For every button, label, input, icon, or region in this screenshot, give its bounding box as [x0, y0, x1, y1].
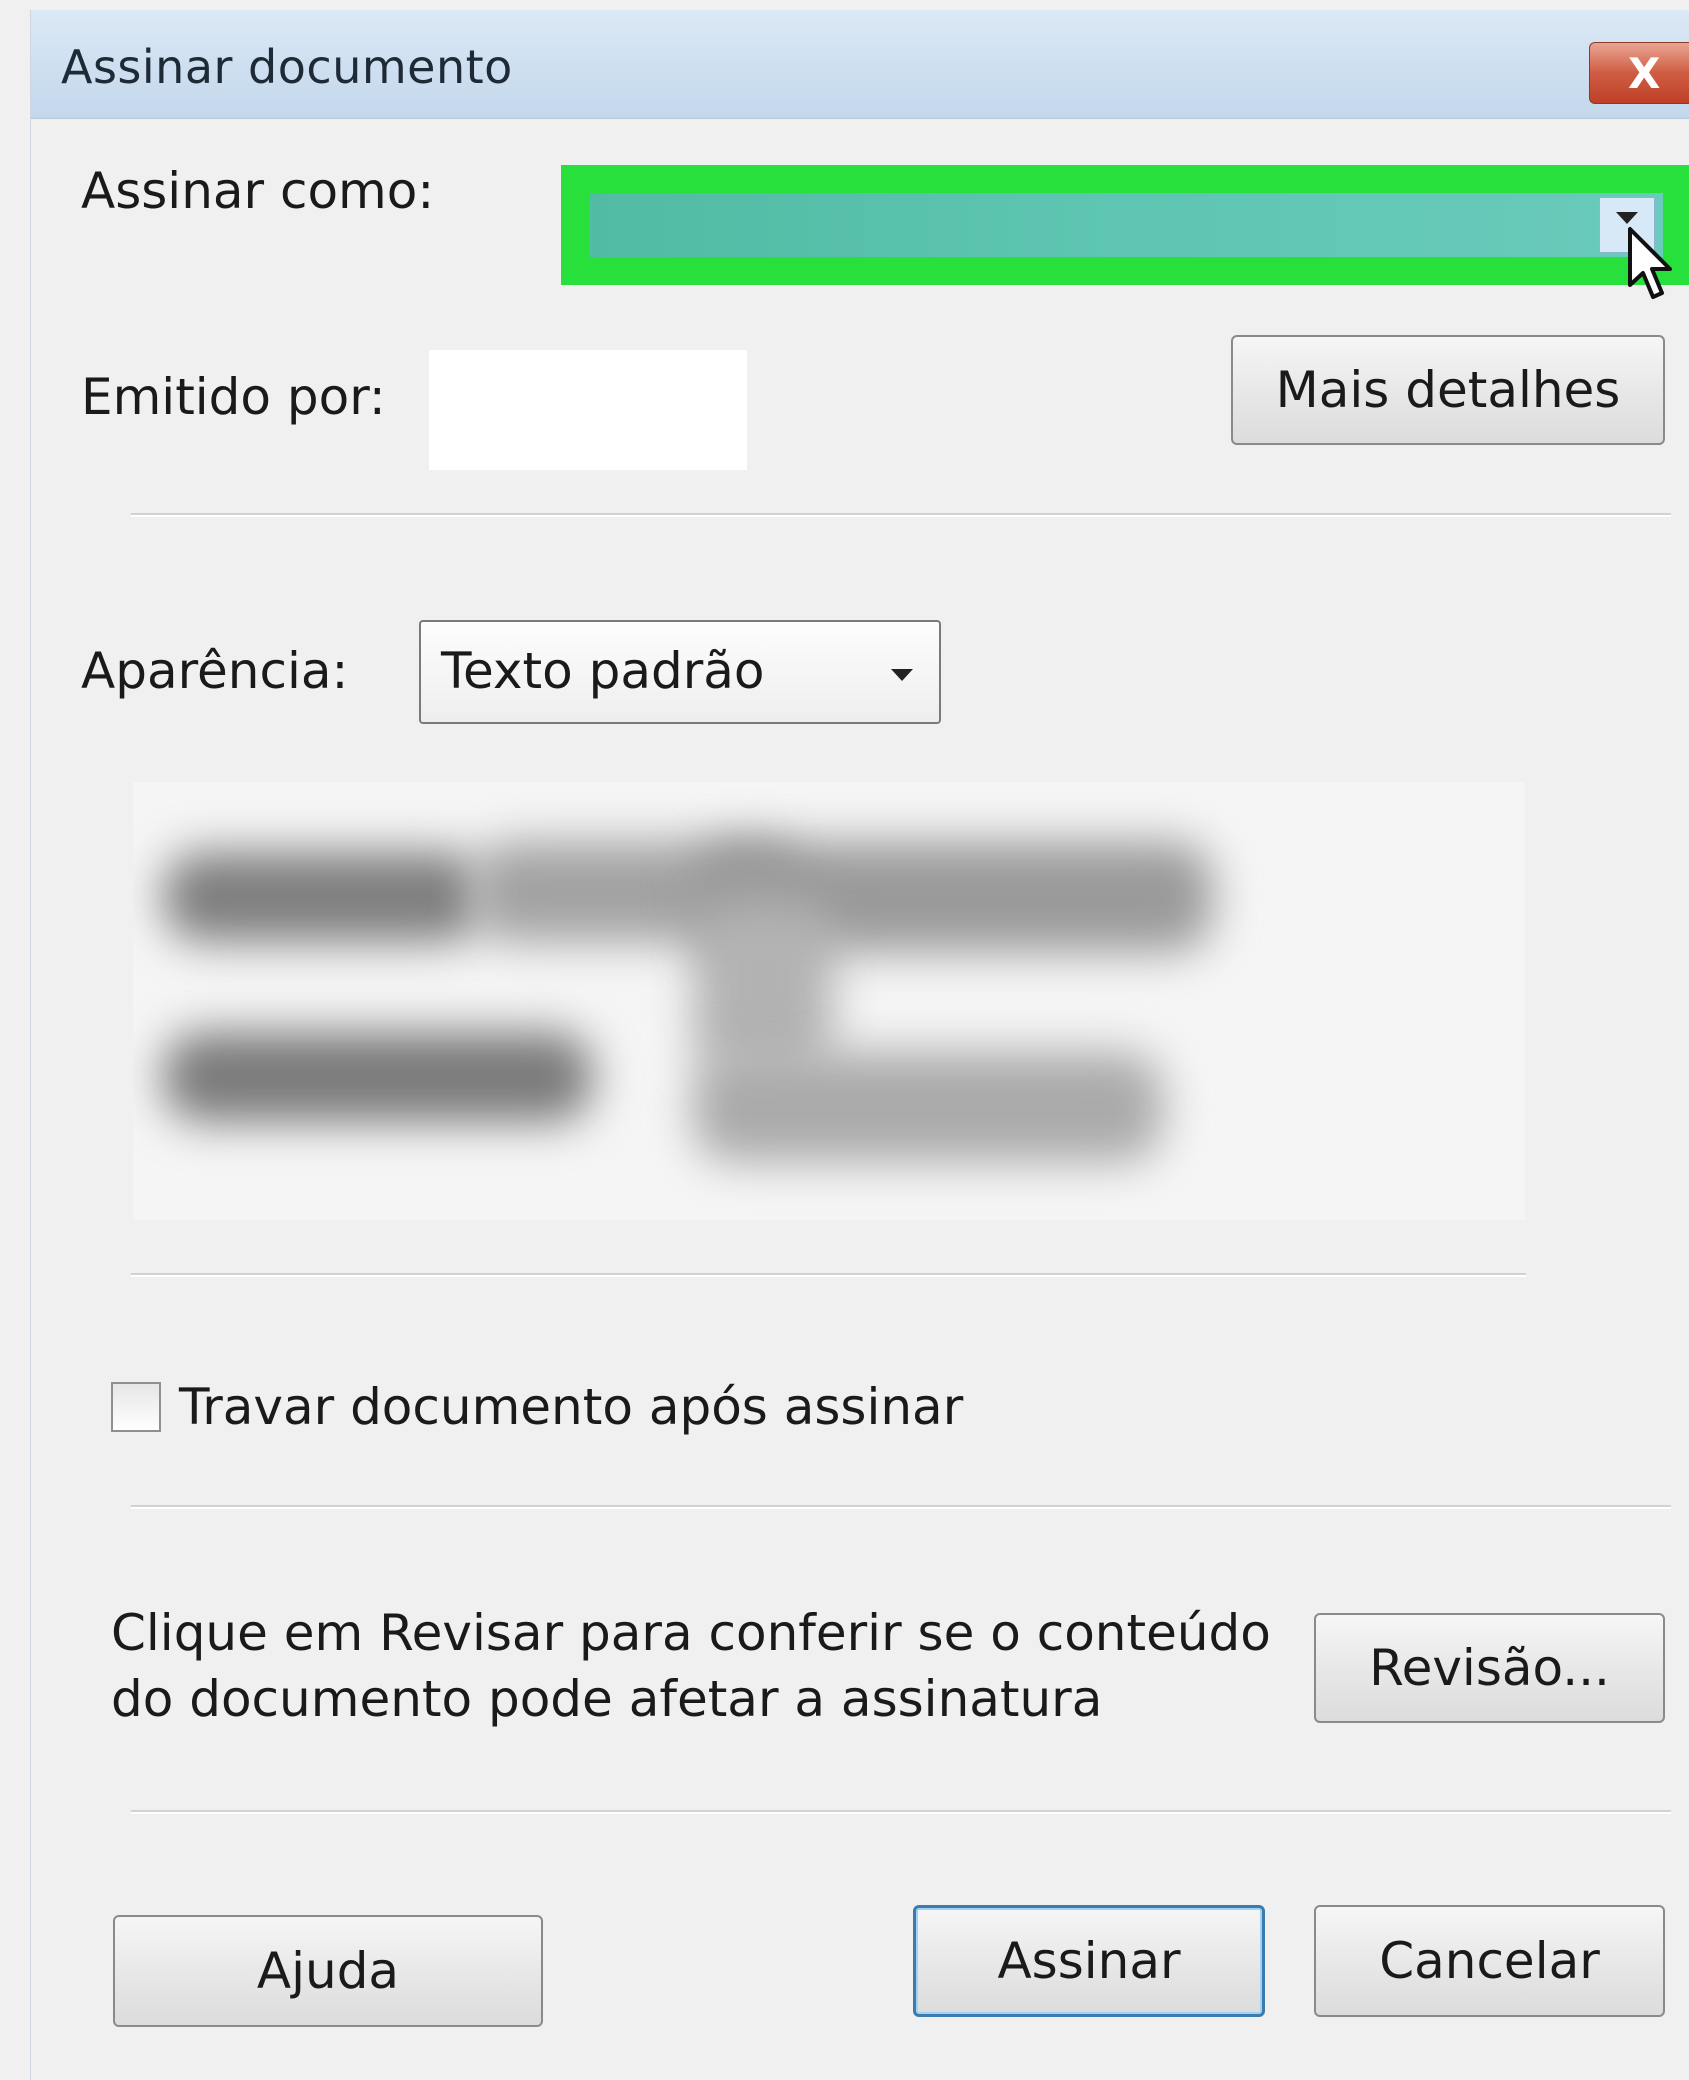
lock-document-checkbox[interactable] — [111, 1382, 161, 1432]
blurred-text — [693, 902, 833, 1072]
chevron-down-icon — [891, 669, 913, 681]
title-bar[interactable]: Assinar documento X — [31, 10, 1689, 119]
review-text-line1: Clique em Revisar para conferir se o con… — [111, 1604, 1271, 1662]
lock-document-label[interactable]: Travar documento após assinar — [179, 1378, 963, 1436]
blurred-text — [163, 852, 483, 942]
review-text-line2: do documento pode afetar a assinatura — [111, 1670, 1103, 1728]
help-button[interactable]: Ajuda — [113, 1915, 543, 2027]
appearance-select[interactable]: Texto padrão — [419, 620, 941, 724]
dialog-title: Assinar documento — [61, 40, 513, 94]
sign-button[interactable]: Assinar — [913, 1905, 1265, 2017]
divider-3 — [131, 1505, 1671, 1509]
issued-by-label: Emitido por: — [81, 368, 386, 426]
close-button[interactable]: X — [1589, 42, 1689, 104]
appearance-label: Aparência: — [81, 642, 349, 700]
more-details-button[interactable]: Mais detalhes — [1231, 335, 1665, 445]
blurred-text — [163, 1032, 593, 1122]
cancel-button[interactable]: Cancelar — [1314, 1905, 1665, 2017]
divider-4 — [131, 1810, 1671, 1814]
blurred-text — [693, 1052, 1163, 1162]
sign-as-label: Assinar como: — [81, 162, 435, 220]
sign-as-select[interactable] — [589, 193, 1663, 257]
divider-1 — [131, 513, 1671, 517]
close-icon: X — [1628, 49, 1661, 98]
sign-as-highlight — [561, 165, 1689, 285]
sign-document-dialog: Assinar documento X Assinar como: Emitid… — [30, 10, 1689, 2080]
chevron-down-icon — [1616, 212, 1638, 224]
review-button[interactable]: Revisão... — [1314, 1613, 1665, 1723]
issued-by-value — [429, 350, 747, 470]
appearance-selected-value: Texto padrão — [441, 642, 765, 700]
mouse-pointer-icon — [1628, 227, 1672, 299]
divider-2 — [131, 1273, 1526, 1277]
signature-preview — [133, 782, 1525, 1220]
